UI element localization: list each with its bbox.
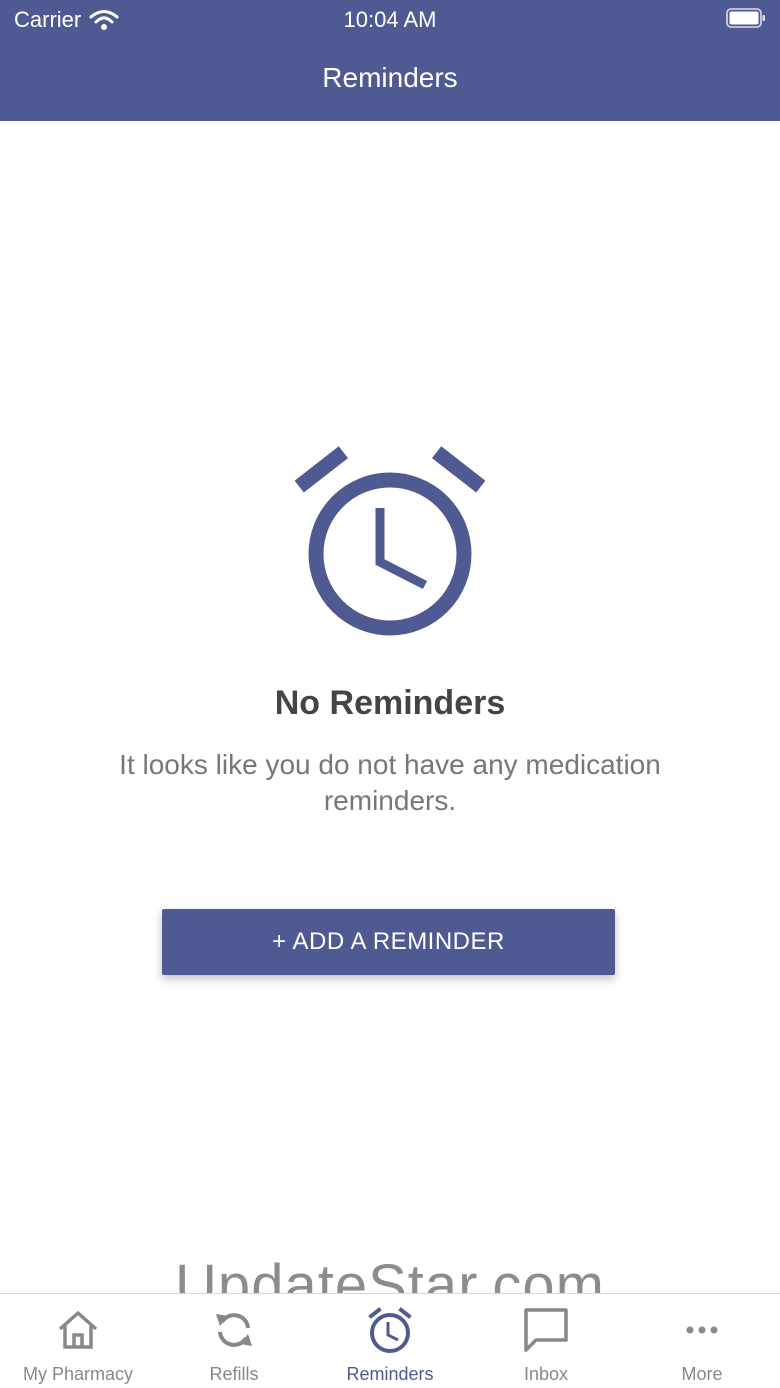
tab-label: Refills: [209, 1364, 259, 1384]
tab-refills[interactable]: Refills: [156, 1294, 312, 1388]
tab-more[interactable]: More: [624, 1294, 780, 1388]
status-bar: Carrier 10:04 AM: [0, 0, 780, 40]
status-time: 10:04 AM: [343, 7, 437, 32]
empty-state: No Reminders It looks like you do not ha…: [0, 440, 780, 819]
alarm-clock-icon: [368, 1307, 412, 1353]
alarm-clock-icon: [295, 446, 485, 636]
tab-label: Inbox: [523, 1364, 569, 1384]
home-icon: [58, 1311, 98, 1349]
more-dots-icon: [686, 1326, 718, 1334]
add-reminder-button[interactable]: + ADD A REMINDER: [162, 909, 615, 975]
tab-label: Reminders: [346, 1364, 434, 1384]
app-header: Carrier 10:04 AM Reminders: [0, 0, 780, 121]
empty-state-title: No Reminders: [274, 684, 506, 722]
tab-label: My Pharmacy: [22, 1364, 134, 1384]
tab-my-pharmacy[interactable]: My Pharmacy: [0, 1294, 156, 1388]
battery-icon: [726, 8, 765, 28]
refresh-icon: [216, 1313, 252, 1347]
tab-inbox[interactable]: Inbox: [468, 1294, 624, 1388]
tab-bar: My Pharmacy Refills Reminders Inbox More: [0, 1293, 780, 1388]
page-title: Reminders: [322, 62, 458, 93]
empty-state-message: It looks like you do not have any medica…: [119, 749, 661, 816]
tab-label: More: [681, 1364, 723, 1384]
chat-bubble-icon: [524, 1308, 568, 1352]
tab-reminders[interactable]: Reminders: [312, 1294, 468, 1388]
